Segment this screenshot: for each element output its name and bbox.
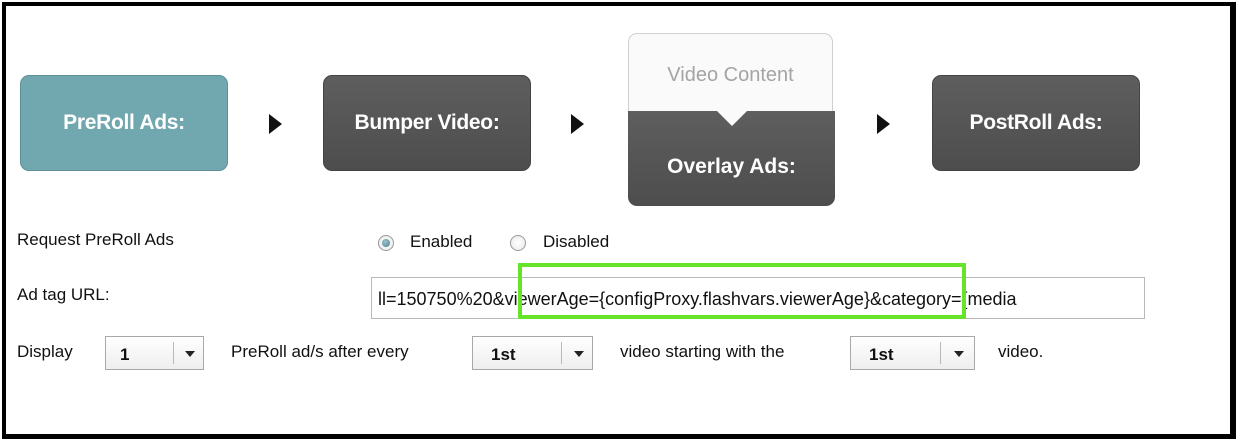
select-divider xyxy=(940,342,941,364)
every-interval-select[interactable]: 1st xyxy=(472,336,593,370)
arrow-right-icon xyxy=(571,114,584,134)
request-preroll-label: Request PreRoll Ads xyxy=(17,230,174,249)
overlay-ads-label: Overlay Ads: xyxy=(667,155,796,178)
every-interval-value: 1st xyxy=(491,345,516,364)
display-label: Display xyxy=(17,342,73,361)
start-video-value: 1st xyxy=(869,345,894,364)
overlay-ads-stage[interactable]: Video Content Overlay Ads: xyxy=(628,33,835,206)
ad-count-value: 1 xyxy=(120,345,130,364)
video-content-label: Video Content xyxy=(667,64,794,86)
ad-count-select[interactable]: 1 xyxy=(105,336,204,370)
ad-tag-url-label: Ad tag URL: xyxy=(17,285,110,304)
select-divider xyxy=(173,342,174,364)
enabled-radio[interactable] xyxy=(378,235,394,251)
postroll-ads-stage[interactable]: PostRoll Ads: xyxy=(932,75,1140,171)
disabled-radio-label[interactable]: Disabled xyxy=(543,232,609,252)
chevron-down-icon xyxy=(185,351,195,357)
preroll-ads-stage[interactable]: PreRoll Ads: xyxy=(20,75,228,171)
enabled-radio-label[interactable]: Enabled xyxy=(410,232,472,252)
arrow-right-icon xyxy=(269,114,282,134)
video-suffix-label: video. xyxy=(998,342,1044,361)
arrow-right-icon xyxy=(877,114,890,134)
bumper-video-label: Bumper Video: xyxy=(354,111,500,134)
highlight-box xyxy=(518,263,966,319)
start-video-select[interactable]: 1st xyxy=(850,336,975,370)
after-every-label: PreRoll ad/s after every xyxy=(231,342,409,361)
pointer-notch-icon xyxy=(716,110,748,126)
select-divider xyxy=(561,342,562,364)
bumper-video-stage[interactable]: Bumper Video: xyxy=(323,75,531,171)
starting-with-label: video starting with the xyxy=(620,342,785,361)
disabled-radio[interactable] xyxy=(510,235,526,251)
settings-panel xyxy=(2,2,1236,439)
preroll-ads-label: PreRoll Ads: xyxy=(63,111,185,134)
chevron-down-icon xyxy=(574,351,584,357)
chevron-down-icon xyxy=(954,351,964,357)
postroll-ads-label: PostRoll Ads: xyxy=(969,111,1103,134)
